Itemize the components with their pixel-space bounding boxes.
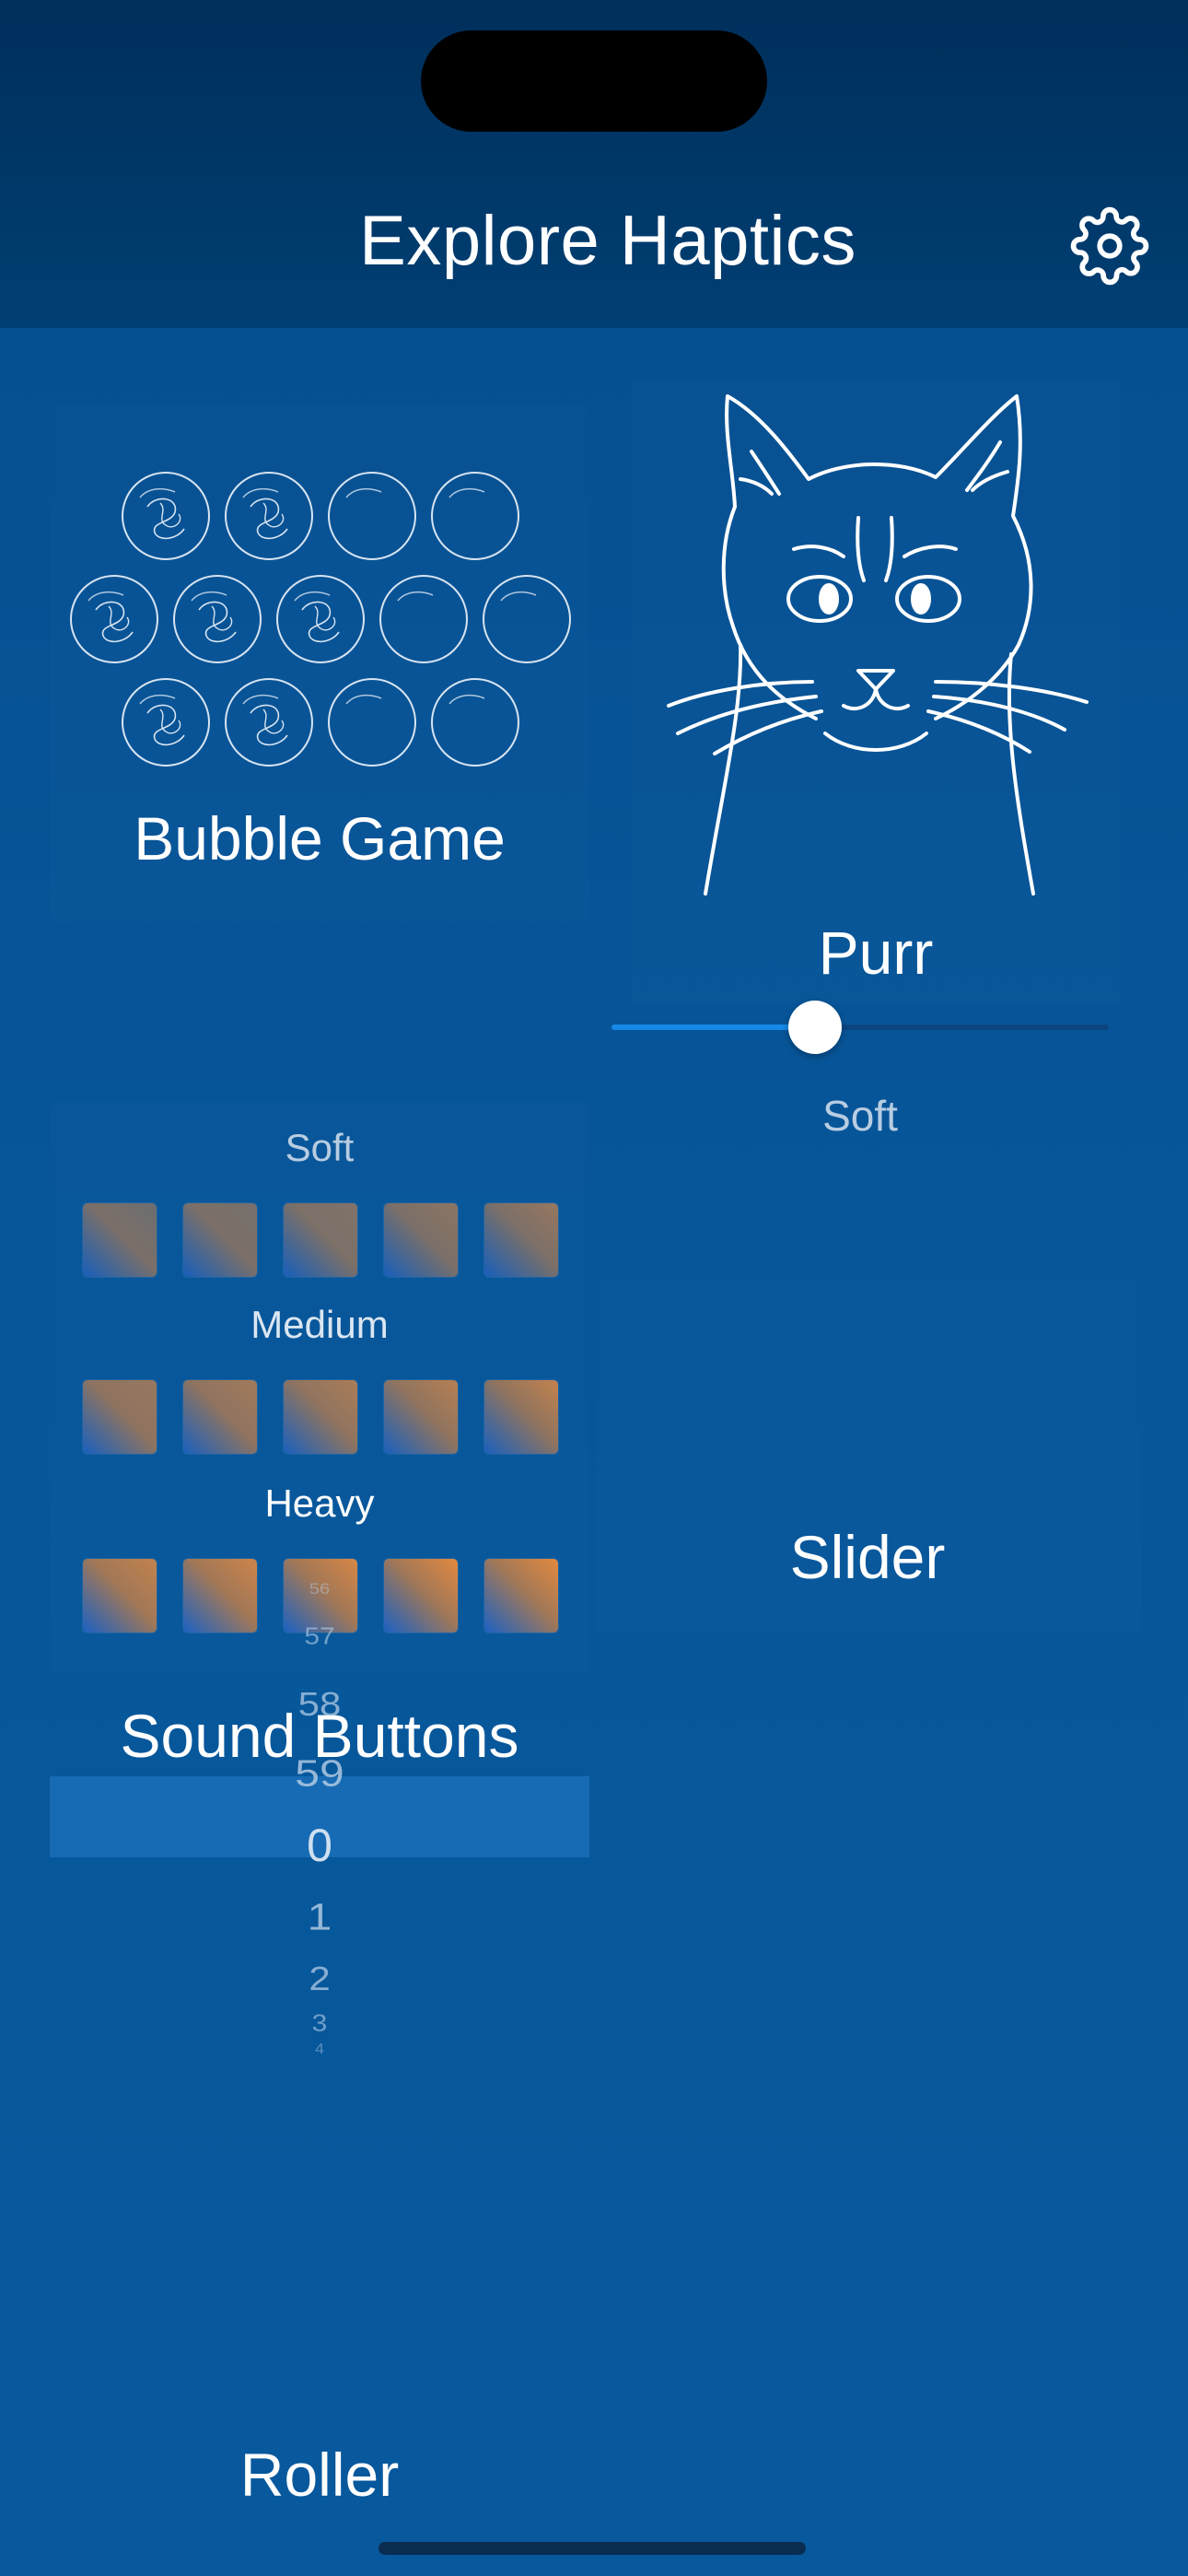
roller-item[interactable]: 59 — [50, 1752, 589, 1796]
heavy-row-label: Heavy — [264, 1481, 375, 1525]
medium-sound-button[interactable] — [284, 1380, 357, 1454]
haptic-slider[interactable] — [611, 1001, 1109, 1054]
home-indicator[interactable] — [379, 2542, 806, 2555]
roller-item[interactable]: 1 — [50, 1896, 589, 1939]
medium-row-label: Medium — [250, 1303, 389, 1346]
popped-bubble[interactable] — [326, 470, 418, 562]
slider-thumb[interactable] — [788, 1001, 843, 1054]
popped-bubble[interactable] — [378, 573, 470, 665]
roller-item[interactable]: 2 — [50, 1961, 589, 1998]
roller-item[interactable]: 56 — [50, 1581, 589, 1599]
unpopped-bubble[interactable] — [120, 470, 212, 562]
roller-item[interactable]: 3 — [50, 2011, 589, 2038]
soft-row-label: Soft — [285, 1126, 355, 1169]
unpopped-bubble[interactable] — [223, 676, 315, 768]
popped-bubble[interactable] — [481, 573, 573, 665]
unpopped-bubble[interactable] — [171, 573, 263, 665]
roller-item[interactable]: 57 — [50, 1624, 589, 1651]
medium-sound-button[interactable] — [484, 1380, 558, 1454]
page-title: Explore Haptics — [359, 202, 856, 280]
bubble-game-tile[interactable]: Bubble Game — [50, 405, 589, 921]
unpopped-bubble[interactable] — [223, 470, 315, 562]
soft-sound-button[interactable] — [284, 1203, 357, 1277]
settings-button[interactable] — [1070, 206, 1149, 286]
roller-picker[interactable]: 56 57 58 59 0 1 2 3 4 — [50, 1575, 589, 2055]
unpopped-bubble[interactable] — [274, 573, 367, 665]
bubble-game-label: Bubble Game — [134, 804, 506, 872]
slider-fill — [611, 1025, 816, 1030]
roller-selected-item[interactable]: 0 — [50, 1819, 589, 1872]
soft-sound-button[interactable] — [384, 1203, 458, 1277]
gear-icon — [1070, 206, 1149, 286]
roller-label: Roller — [239, 2441, 400, 2509]
unpopped-bubble[interactable] — [68, 573, 160, 665]
purr-tile[interactable]: Purr — [632, 378, 1120, 1004]
roller-item[interactable]: 58 — [50, 1686, 589, 1724]
popped-bubble[interactable] — [429, 470, 521, 562]
unpopped-bubble[interactable] — [120, 676, 212, 768]
medium-sound-button[interactable] — [384, 1380, 458, 1454]
dynamic-island — [421, 30, 767, 132]
popped-bubble[interactable] — [326, 676, 418, 768]
roller-item[interactable]: 4 — [50, 2042, 589, 2055]
soft-sound-button[interactable] — [484, 1203, 558, 1277]
slider-label: Slider — [789, 1523, 946, 1591]
slider-value-text: Soft — [822, 1092, 898, 1140]
soft-sound-button[interactable] — [83, 1203, 157, 1277]
medium-sound-button[interactable] — [183, 1380, 257, 1454]
purr-label: Purr — [818, 919, 934, 987]
medium-sound-button[interactable] — [83, 1380, 157, 1454]
soft-sound-button[interactable] — [183, 1203, 257, 1277]
navigation-bar: Explore Haptics — [0, 0, 1188, 328]
popped-bubble[interactable] — [429, 676, 521, 768]
cat-illustration — [667, 394, 1089, 896]
